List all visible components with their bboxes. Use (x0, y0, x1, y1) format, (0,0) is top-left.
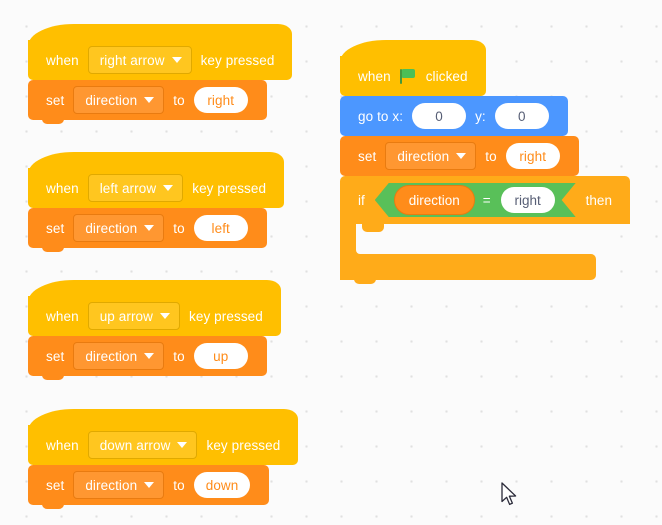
variable-dropdown[interactable]: direction (73, 214, 165, 242)
variable-dropdown-value: direction (85, 220, 138, 236)
mouse-pointer-icon (501, 482, 517, 506)
when-label: when (358, 68, 391, 84)
to-label: to (173, 477, 185, 493)
if-then-header[interactable]: if direction = right then (340, 176, 630, 224)
to-label: to (173, 348, 185, 364)
go-to-x-label: go to x: (358, 108, 404, 124)
set-label: set (46, 477, 65, 493)
when-key-pressed-block[interactable]: when down arrow key pressed (28, 409, 299, 465)
chevron-down-icon (163, 185, 174, 191)
variable-dropdown[interactable]: direction (73, 342, 165, 370)
key-pressed-label: key pressed (200, 52, 275, 68)
set-variable-block[interactable]: set direction to down (28, 465, 270, 509)
set-label: set (46, 92, 65, 108)
set-label: set (46, 348, 65, 364)
if-label: if (358, 192, 365, 208)
key-dropdown[interactable]: up arrow (87, 302, 181, 330)
to-label: to (485, 148, 497, 164)
chevron-down-icon (144, 482, 155, 488)
when-label: when (46, 180, 79, 196)
when-key-pressed-block[interactable]: when right arrow key pressed (28, 24, 293, 80)
x-coordinate-input[interactable]: 0 (412, 103, 467, 129)
key-pressed-label: key pressed (192, 180, 267, 196)
when-label: when (46, 437, 79, 453)
script-left-arrow[interactable]: when left arrow key pressed set directio… (28, 152, 285, 252)
variable-value-input[interactable]: left (193, 215, 248, 241)
clicked-label: clicked (425, 68, 468, 84)
variable-dropdown[interactable]: direction (385, 142, 477, 170)
when-key-pressed-block[interactable]: when left arrow key pressed (28, 152, 285, 208)
if-body-slot[interactable] (340, 224, 596, 254)
set-variable-block[interactable]: set direction to up (28, 336, 267, 380)
set-variable-block[interactable]: set direction to right (28, 80, 267, 124)
set-label: set (46, 220, 65, 236)
key-dropdown-value: left arrow (99, 180, 157, 196)
variable-value-input[interactable]: right (505, 143, 560, 169)
when-label: when (46, 52, 79, 68)
variable-dropdown[interactable]: direction (73, 471, 165, 499)
script-green-flag[interactable]: when clicked go to x: 0 y: 0 set directi… (340, 40, 630, 284)
when-label: when (46, 308, 79, 324)
variable-dropdown-value: direction (397, 148, 450, 164)
to-label: to (173, 220, 185, 236)
to-label: to (173, 92, 185, 108)
blocks-workspace[interactable]: when right arrow key pressed set directi… (0, 0, 662, 525)
chevron-down-icon (177, 442, 188, 448)
script-up-arrow[interactable]: when up arrow key pressed set direction … (28, 280, 281, 380)
key-pressed-label: key pressed (189, 308, 263, 324)
variable-value-input[interactable]: down (193, 472, 251, 498)
y-label: y: (475, 108, 486, 124)
equals-sign: = (482, 192, 491, 208)
if-then-footer (340, 254, 596, 284)
if-then-block[interactable]: if direction = right then (340, 176, 630, 284)
y-coordinate-input[interactable]: 0 (494, 103, 549, 129)
key-pressed-label: key pressed (206, 437, 281, 453)
key-dropdown-value: down arrow (99, 437, 171, 453)
set-variable-block[interactable]: set direction to right (340, 136, 579, 180)
script-down-arrow[interactable]: when down arrow key pressed set directio… (28, 409, 299, 509)
variable-value-input[interactable]: up (193, 343, 248, 369)
then-label: then (585, 192, 612, 208)
equals-operator-block[interactable]: direction = right (375, 183, 576, 217)
variable-value-input[interactable]: right (193, 87, 248, 113)
chevron-down-icon (160, 313, 171, 319)
key-dropdown-value: right arrow (99, 52, 165, 68)
variable-dropdown-value: direction (85, 477, 138, 493)
set-variable-block[interactable]: set direction to left (28, 208, 267, 252)
key-dropdown[interactable]: down arrow (87, 431, 198, 459)
script-right-arrow[interactable]: when right arrow key pressed set directi… (28, 24, 293, 124)
when-key-pressed-block[interactable]: when up arrow key pressed (28, 280, 281, 336)
key-dropdown-value: up arrow (99, 308, 154, 324)
chevron-down-icon (456, 153, 467, 159)
variable-dropdown-value: direction (85, 92, 138, 108)
variable-dropdown[interactable]: direction (73, 86, 165, 114)
chevron-down-icon (144, 97, 155, 103)
direction-variable-reporter[interactable]: direction (394, 185, 475, 215)
variable-dropdown-value: direction (85, 348, 138, 364)
when-flag-clicked-block[interactable]: when clicked (340, 40, 486, 96)
set-label: set (358, 148, 377, 164)
chevron-down-icon (144, 353, 155, 359)
chevron-down-icon (144, 225, 155, 231)
chevron-down-icon (171, 57, 182, 63)
comparison-value-input[interactable]: right (501, 187, 555, 213)
go-to-xy-block[interactable]: go to x: 0 y: 0 (340, 96, 568, 140)
key-dropdown[interactable]: left arrow (87, 174, 184, 202)
green-flag-icon (399, 68, 417, 85)
key-dropdown[interactable]: right arrow (87, 46, 192, 74)
